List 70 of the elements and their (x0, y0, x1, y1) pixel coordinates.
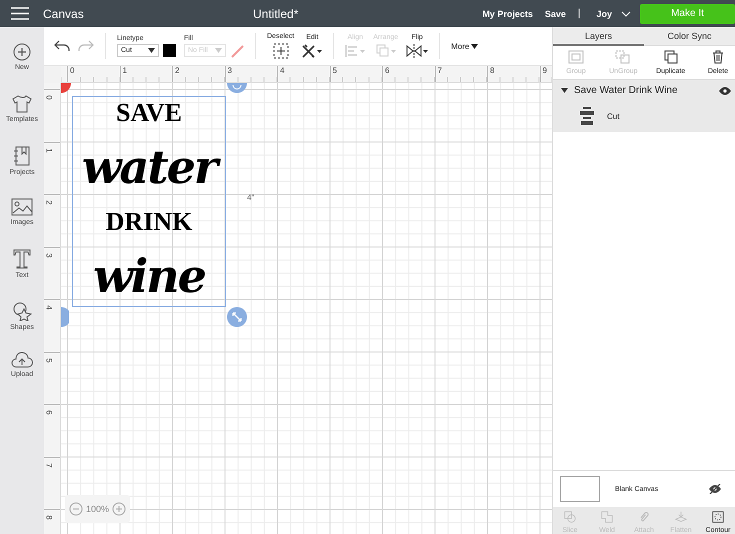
height-label: 4" (247, 193, 254, 202)
ruler-label: 2 (172, 66, 224, 82)
tools-icon (302, 44, 322, 58)
no-fill-icon[interactable] (230, 44, 244, 58)
caret-icon (471, 44, 478, 48)
caret-icon (148, 48, 155, 53)
ruler-label: 8 (44, 515, 54, 520)
delete-handle-icon[interactable] (61, 83, 71, 93)
design-text: SAVE (116, 99, 182, 127)
ruler-label: 6 (44, 410, 54, 415)
align-icon (345, 44, 366, 58)
contour-icon (710, 511, 726, 523)
caret-icon[interactable] (561, 88, 568, 93)
ruler-label: 4 (277, 66, 330, 82)
top-link[interactable]: Save (544, 8, 566, 18)
ruler-label: 5 (44, 358, 54, 362)
shirt-icon (12, 94, 32, 112)
ruler-label: 4 (44, 305, 54, 310)
weld-icon (599, 511, 615, 523)
color-swatch[interactable] (163, 44, 176, 57)
separator: | (578, 8, 580, 19)
group-icon (568, 50, 584, 64)
ruler-label: 0 (67, 66, 120, 82)
canvas-thumbnail[interactable] (560, 476, 600, 502)
layer-name[interactable]: Cut (607, 112, 620, 120)
picture-icon (11, 198, 33, 216)
design-text: DRINK (106, 208, 192, 236)
ruler-label: 1 (44, 148, 54, 152)
user-menu[interactable]: Joy (596, 8, 631, 18)
ruler-label: 7 (44, 462, 54, 468)
hidden-eye-icon[interactable] (709, 484, 721, 494)
shapes-icon (12, 300, 32, 320)
flip-icon (406, 44, 428, 58)
rotate-handle-icon[interactable] (227, 83, 247, 93)
ruler-label: 6 (382, 66, 434, 82)
ruler-label: 3 (224, 66, 277, 82)
ruler-label: 7 (434, 66, 487, 82)
document-title: Untitled* (253, 6, 298, 20)
flatten-icon (673, 511, 689, 523)
ungroup-icon (615, 50, 632, 64)
dashed-square-icon (272, 43, 289, 59)
ruler-label: 1 (120, 66, 172, 82)
layer-group-name[interactable]: Save Water Drink Wine (574, 85, 713, 96)
cloud-upload-icon (11, 352, 33, 368)
notebook-icon (12, 146, 31, 166)
ruler-label: 0 (44, 95, 54, 100)
duplicate-icon (664, 50, 678, 64)
ruler-label: 2 (44, 200, 54, 205)
undo-icon[interactable] (54, 40, 70, 52)
letter-t-icon (13, 249, 31, 269)
menu-icon[interactable] (11, 7, 29, 20)
design-thumbnail-icon (579, 106, 595, 126)
eye-icon[interactable] (719, 86, 731, 94)
chevron-icon (621, 10, 631, 16)
more-button[interactable]: More (451, 42, 478, 50)
design-text: wine (93, 250, 205, 302)
caret-icon (215, 48, 222, 53)
resize-handle-icon[interactable] (227, 307, 247, 327)
ruler-label: 3 (44, 252, 54, 258)
zoom-value: 100% (86, 504, 110, 514)
slice-icon (562, 511, 578, 523)
plus-circle-icon (13, 43, 31, 61)
ruler-label: 8 (487, 66, 540, 82)
layers-stack-icon (376, 44, 396, 58)
selection-box[interactable]: SAVE water DRINK wine (72, 96, 226, 307)
trash-icon (712, 50, 724, 64)
ruler-label: 5 (330, 66, 382, 82)
redo-icon[interactable] (78, 40, 94, 52)
app-title: Canvas (43, 6, 84, 20)
top-link[interactable]: My Projects (482, 8, 533, 18)
